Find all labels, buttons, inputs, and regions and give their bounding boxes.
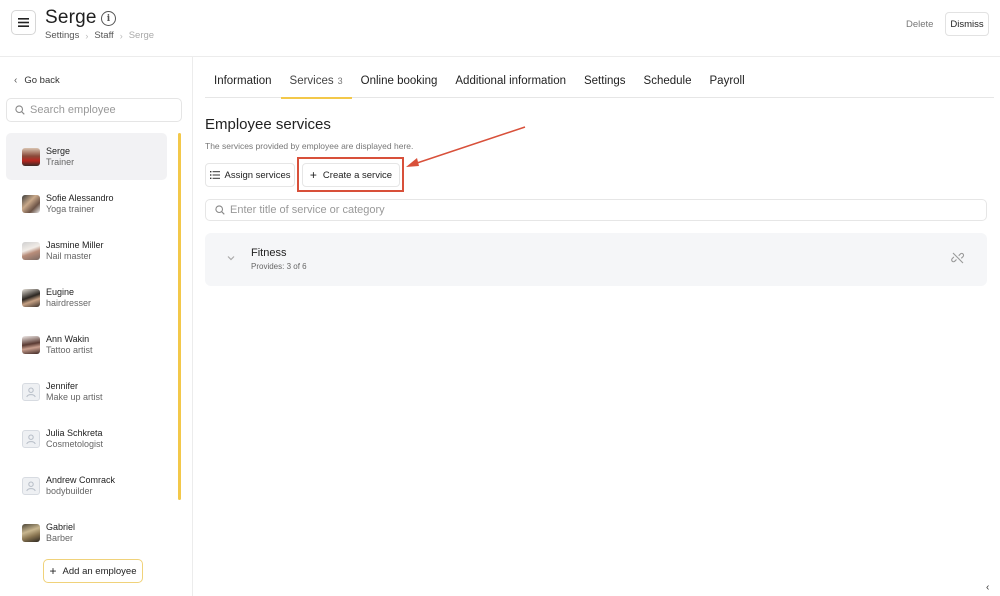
employee-search-input[interactable] — [30, 104, 170, 116]
header: Serge i Settings › Staff › Serge Delete … — [0, 0, 1000, 57]
avatar — [22, 523, 40, 542]
avatar — [22, 241, 40, 260]
breadcrumb-separator-icon: › — [85, 30, 89, 41]
employee-name: Andrew Comrack — [46, 475, 116, 486]
search-icon — [215, 205, 225, 215]
info-icon[interactable]: i — [101, 11, 116, 26]
employee-name: Eugine — [46, 287, 75, 298]
employee-item[interactable]: Eugine hairdresser — [6, 274, 167, 321]
page-title: Serge — [45, 7, 97, 28]
tab-label: Online booking — [360, 75, 438, 87]
breadcrumb-staff[interactable]: Staff — [94, 30, 113, 41]
employee-name: Sofie Alessandro — [46, 193, 114, 204]
employee-search[interactable] — [6, 98, 182, 122]
employee-item[interactable]: Gabriel Barber — [6, 509, 167, 556]
tab-bar: Information Services 3 Online booking Add… — [205, 75, 994, 99]
service-search-input[interactable] — [230, 204, 970, 216]
create-service-button[interactable]: + Create a service — [302, 163, 400, 187]
employee-item[interactable]: Julia Schkreta Cosmetologist — [6, 415, 167, 462]
employee-name: Jasmine Miller — [46, 240, 104, 251]
breadcrumb: Settings › Staff › Serge — [45, 30, 154, 41]
tab-label: Payroll — [709, 75, 745, 87]
section-title: Employee services — [205, 116, 331, 133]
employee-name: Gabriel — [46, 522, 76, 533]
employee-role: Yoga trainer — [46, 203, 95, 214]
hamburger-icon — [18, 18, 29, 27]
tab-services[interactable]: Services 3 — [280, 75, 352, 99]
avatar — [22, 194, 40, 213]
tab-additional-information[interactable]: Additional information — [446, 75, 575, 98]
avatar — [22, 288, 40, 307]
service-category-row[interactable]: Fitness Provides: 3 of 6 — [205, 233, 987, 286]
sidebar-scrollbar[interactable] — [178, 133, 181, 500]
category-provides: Provides: 3 of 6 — [251, 262, 307, 271]
avatar — [22, 147, 40, 166]
breadcrumb-current: Serge — [128, 30, 155, 41]
create-service-label: Create a service — [322, 169, 393, 181]
add-employee-label: Add an employee — [62, 565, 137, 577]
assign-services-button[interactable]: Assign services — [205, 163, 295, 187]
unlink-icon[interactable] — [951, 251, 965, 265]
search-icon — [15, 105, 25, 115]
avatar — [22, 335, 40, 354]
dismiss-button[interactable]: Dismiss — [945, 12, 989, 36]
annotation-arrow-icon — [406, 126, 526, 167]
employee-role: hairdresser — [46, 297, 92, 308]
breadcrumb-settings[interactable]: Settings — [45, 30, 79, 41]
employee-item[interactable]: Jasmine Miller Nail master — [6, 227, 167, 274]
delete-button[interactable]: Delete — [906, 19, 933, 30]
tab-information[interactable]: Information — [205, 75, 281, 98]
assign-services-label: Assign services — [224, 169, 291, 181]
tab-online-booking[interactable]: Online booking — [352, 75, 447, 98]
user-placeholder-icon — [22, 382, 40, 401]
section-description: The services provided by employee are di… — [205, 141, 414, 151]
tab-settings[interactable]: Settings — [575, 75, 635, 98]
employee-item[interactable]: Andrew Comrack bodybuilder — [6, 462, 167, 509]
add-employee-button[interactable]: + Add an employee — [43, 559, 143, 583]
employee-role: Barber — [46, 532, 74, 543]
service-search[interactable] — [205, 199, 987, 221]
chevron-down-icon[interactable] — [226, 253, 236, 263]
tab-label: Information — [214, 75, 272, 87]
employee-name: Julia Schkreta — [46, 428, 103, 439]
breadcrumb-separator-icon: › — [119, 30, 123, 41]
tab-count-badge: 3 — [337, 76, 343, 86]
employee-role: Make up artist — [46, 391, 103, 402]
employee-role: Tattoo artist — [46, 344, 93, 355]
tab-payroll[interactable]: Payroll — [701, 75, 754, 98]
go-back-link[interactable]: ‹ Go back — [14, 75, 60, 86]
list-icon — [209, 171, 220, 179]
tab-label: Services — [289, 75, 334, 87]
employee-role: Cosmetologist — [46, 438, 104, 449]
menu-button[interactable] — [11, 10, 36, 35]
go-back-label: Go back — [24, 75, 60, 86]
user-placeholder-icon — [22, 429, 40, 448]
employee-name: Ann Wakin — [46, 334, 90, 345]
plus-icon: + — [309, 168, 317, 182]
employee-name: Jennifer — [46, 381, 79, 392]
tab-schedule[interactable]: Schedule — [635, 75, 701, 98]
chevron-left-icon: ‹ — [14, 75, 18, 86]
employee-item[interactable]: Ann Wakin Tattoo artist — [6, 321, 167, 368]
employee-name: Serge — [46, 146, 71, 157]
tab-label: Settings — [583, 75, 626, 87]
employee-item[interactable]: Serge Trainer — [6, 133, 167, 180]
category-name: Fitness — [251, 247, 287, 259]
tab-label: Additional information — [455, 75, 566, 87]
employee-role: Trainer — [46, 156, 75, 167]
employee-role: Nail master — [46, 250, 92, 261]
employee-item[interactable]: Sofie Alessandro Yoga trainer — [6, 180, 167, 227]
chevron-left-icon[interactable]: ‹ — [986, 582, 989, 593]
employee-item[interactable]: Jennifer Make up artist — [6, 368, 167, 415]
employee-role: bodybuilder — [46, 485, 93, 496]
plus-icon: + — [49, 564, 57, 578]
employee-list: Serge Trainer Sofie Alessandro Yoga trai… — [6, 133, 167, 556]
sidebar: ‹ Go back Serge Trainer Sofie Alessandro… — [0, 57, 193, 596]
user-placeholder-icon — [22, 476, 40, 495]
tab-label: Schedule — [643, 75, 692, 87]
